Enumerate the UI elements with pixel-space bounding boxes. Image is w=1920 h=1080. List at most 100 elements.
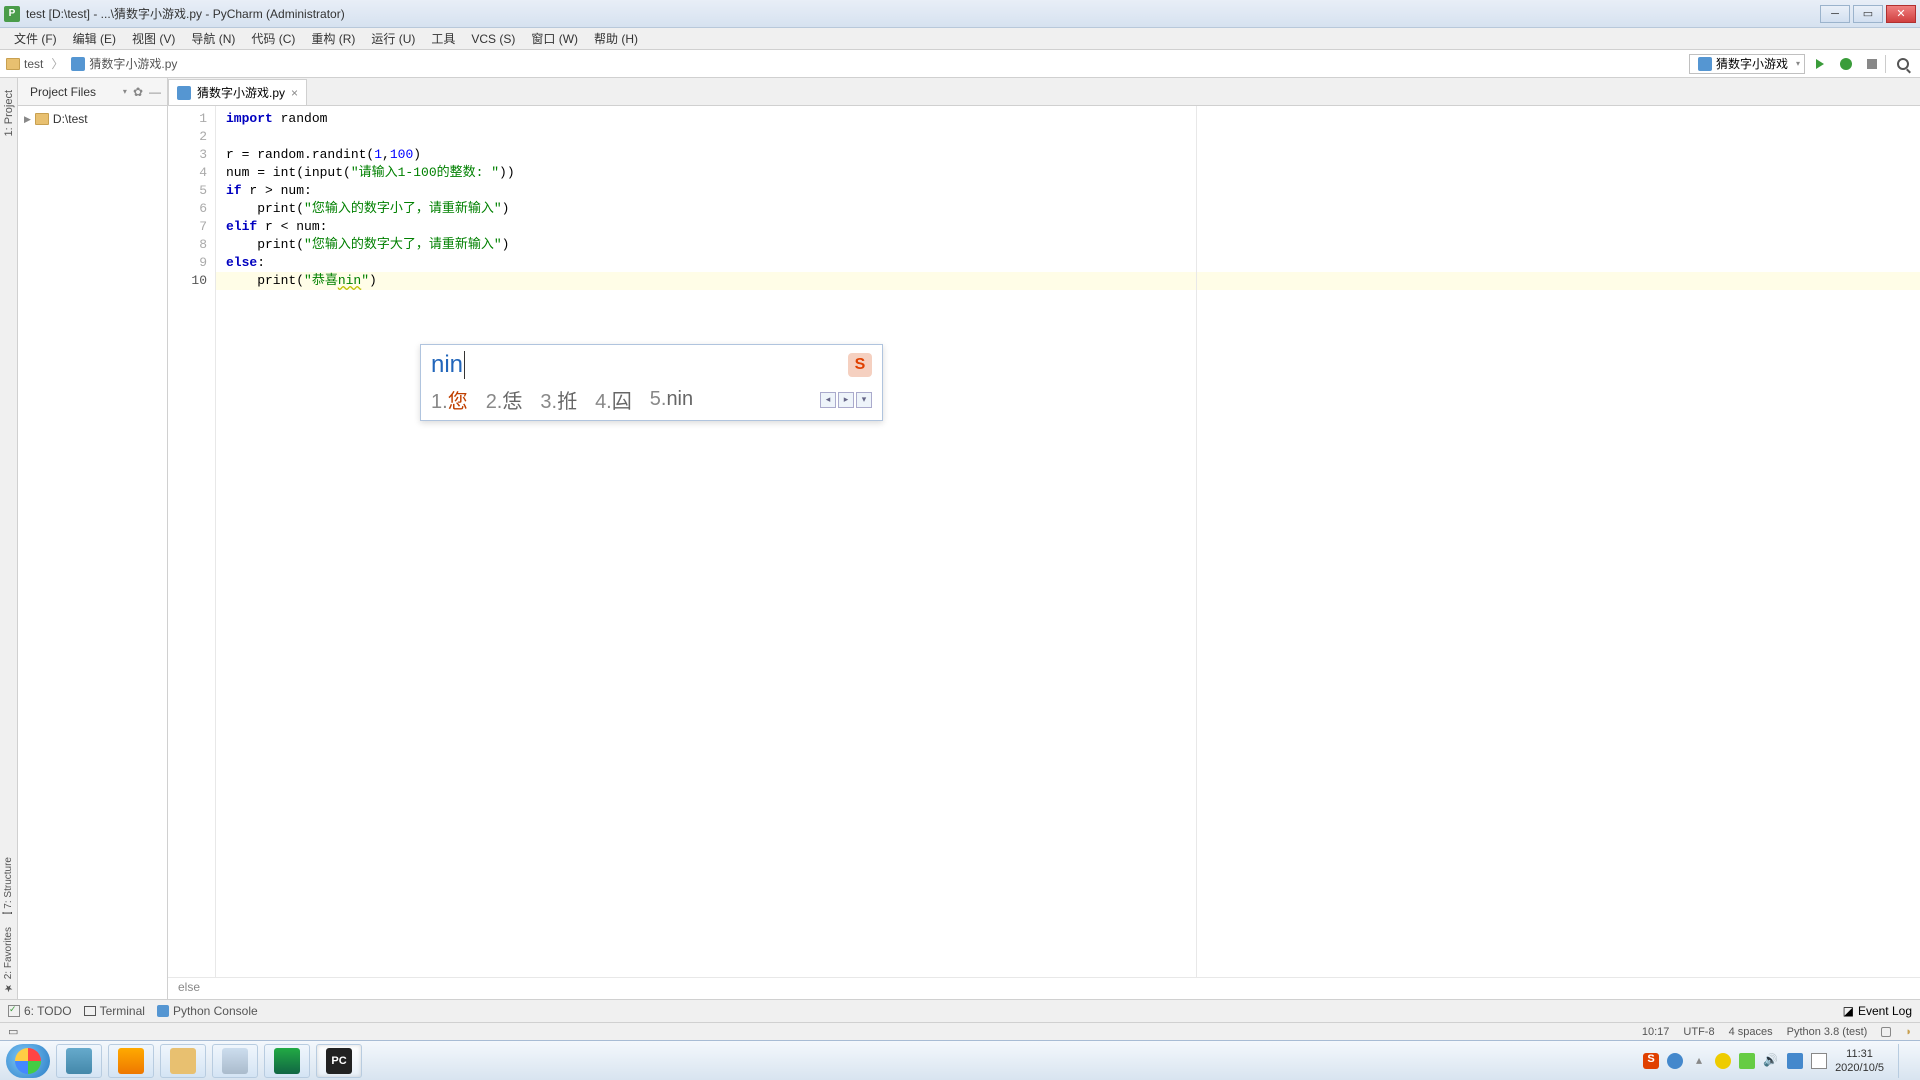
status-icon[interactable]: ▭ (8, 1025, 18, 1038)
tab-project[interactable]: 1: Project (1, 84, 17, 142)
tab-structure[interactable]: ⫿ 7: Structure (1, 851, 17, 921)
maximize-button[interactable]: ▭ (1853, 5, 1883, 23)
menu-refactor[interactable]: 重构 (R) (303, 28, 363, 49)
main-area: 1: Project ⫿ 7: Structure ★ 2: Favorites… (0, 78, 1920, 999)
search-icon (1897, 58, 1909, 70)
code-breadcrumb[interactable]: else (168, 977, 1920, 999)
python-interpreter[interactable]: Python 3.8 (test) (1787, 1026, 1868, 1038)
menu-window[interactable]: 窗口 (W) (523, 28, 586, 49)
code-area[interactable]: import random r = random.randint(1,100) … (216, 106, 1920, 977)
folder-icon (6, 58, 20, 70)
bug-icon (1840, 58, 1852, 70)
hide-button[interactable]: — (149, 85, 161, 99)
tray-icon[interactable] (1739, 1053, 1755, 1069)
run-button[interactable] (1809, 53, 1831, 75)
editor-tab-label: 猜数字小游戏.py (197, 84, 285, 101)
gear-icon[interactable]: ✿ (133, 85, 143, 99)
ime-candidate-2[interactable]: 2.恁 (486, 385, 523, 414)
taskbar-pycharm[interactable]: PC (316, 1044, 362, 1078)
expand-tray-icon[interactable]: ▴ (1691, 1053, 1707, 1069)
taskbar-app-5[interactable] (264, 1044, 310, 1078)
ime-prev-button[interactable]: ◂ (820, 392, 836, 408)
pycharm-icon: P (4, 6, 20, 22)
project-pane-title[interactable]: Project Files (30, 85, 117, 99)
ime-expand-button[interactable]: ▾ (856, 392, 872, 408)
taskbar-app-3[interactable] (160, 1044, 206, 1078)
run-configuration-selector[interactable]: 猜数字小游戏 (1689, 54, 1805, 74)
play-icon (1816, 59, 1824, 69)
taskbar-clock[interactable]: 11:31 2020/10/5 (1835, 1047, 1884, 1075)
tray-icon[interactable] (1715, 1053, 1731, 1069)
breadcrumb-project: test (24, 57, 43, 71)
caret-position[interactable]: 10:17 (1642, 1026, 1670, 1038)
windows-logo-icon (15, 1048, 41, 1074)
sogou-ime-icon: S (848, 353, 872, 377)
taskbar-app-4[interactable] (212, 1044, 258, 1078)
network-icon[interactable] (1787, 1053, 1803, 1069)
folder-icon (35, 113, 49, 125)
breadcrumb-separator: 〉 (51, 55, 63, 72)
tab-todo[interactable]: 6: TODO (8, 1004, 72, 1018)
close-tab-icon[interactable]: × (291, 86, 298, 100)
taskbar-app-2[interactable] (108, 1044, 154, 1078)
menu-edit[interactable]: 编辑 (E) (65, 28, 124, 49)
menu-navigate[interactable]: 导航 (N) (183, 28, 243, 49)
menu-vcs[interactable]: VCS (S) (463, 30, 523, 48)
stop-icon (1867, 59, 1877, 69)
app-icon (274, 1048, 300, 1074)
ime-candidate-4[interactable]: 4.囜 (595, 385, 632, 414)
editor-tab-active[interactable]: 猜数字小游戏.py × (168, 79, 307, 105)
menu-tools[interactable]: 工具 (423, 28, 463, 49)
taskbar-app-1[interactable] (56, 1044, 102, 1078)
volume-icon[interactable]: 🔊 (1763, 1053, 1779, 1069)
menu-help[interactable]: 帮助 (H) (586, 28, 646, 49)
editor-body[interactable]: 1 2 3 4 5 6 7 8 9 10 import random r = r… (168, 106, 1920, 977)
minimize-button[interactable]: ─ (1820, 5, 1850, 23)
window-title: test [D:\test] - ...\猜数字小游戏.py - PyCharm… (26, 5, 1820, 22)
app-icon (66, 1048, 92, 1074)
right-margin-line (1196, 106, 1197, 977)
tab-terminal[interactable]: Terminal (84, 1004, 145, 1018)
statusbar: ▭ 10:17 UTF-8 4 spaces Python 3.8 (test)… (0, 1022, 1920, 1040)
menu-code[interactable]: 代码 (C) (243, 28, 303, 49)
breadcrumb[interactable]: test 〉 猜数字小游戏.py (6, 55, 177, 72)
menu-view[interactable]: 视图 (V) (124, 28, 183, 49)
tree-root[interactable]: ▶ D:\test (18, 110, 167, 128)
menu-run[interactable]: 运行 (U) (363, 28, 423, 49)
todo-icon (8, 1005, 20, 1017)
menubar: 文件 (F) 编辑 (E) 视图 (V) 导航 (N) 代码 (C) 重构 (R… (0, 28, 1920, 50)
help-tray-icon[interactable] (1667, 1053, 1683, 1069)
file-encoding[interactable]: UTF-8 (1683, 1026, 1714, 1038)
terminal-icon (84, 1006, 96, 1016)
ime-candidate-3[interactable]: 3.拰 (540, 385, 577, 414)
ime-candidate-1[interactable]: 1.您 (431, 385, 468, 414)
python-file-icon (1698, 57, 1712, 71)
debug-button[interactable] (1835, 53, 1857, 75)
close-button[interactable]: ✕ (1886, 5, 1916, 23)
tab-favorites[interactable]: ★ 2: Favorites (1, 921, 16, 999)
editor: 猜数字小游戏.py × 1 2 3 4 5 6 7 8 9 10 import … (168, 78, 1920, 999)
ime-next-button[interactable]: ▸ (838, 392, 854, 408)
line-gutter: 1 2 3 4 5 6 7 8 9 10 (168, 106, 216, 977)
expand-arrow-icon[interactable]: ▶ (24, 114, 31, 125)
tab-python-console[interactable]: Python Console (157, 1004, 258, 1018)
left-tool-tabs: 1: Project ⫿ 7: Structure ★ 2: Favorites (0, 78, 18, 999)
menu-file[interactable]: 文件 (F) (6, 28, 65, 49)
event-log-button[interactable]: ◪Event Log (1843, 1004, 1912, 1018)
lock-icon[interactable] (1881, 1027, 1891, 1037)
sogou-tray-icon[interactable]: S (1643, 1053, 1659, 1069)
ime-candidate-5[interactable]: 5.nin (650, 388, 693, 411)
action-center-icon[interactable] (1811, 1053, 1827, 1069)
inspection-icon[interactable]: ◗ (1905, 1026, 1912, 1038)
show-desktop-button[interactable] (1898, 1044, 1910, 1078)
stop-button[interactable] (1861, 53, 1883, 75)
indent-settings[interactable]: 4 spaces (1729, 1026, 1773, 1038)
ime-candidate-popup[interactable]: nin S 1.您 2.恁 3.拰 4.囜 5.nin ◂ ▸ ▾ (420, 344, 883, 421)
editor-tabs: 猜数字小游戏.py × (168, 78, 1920, 106)
start-button[interactable] (6, 1044, 50, 1078)
event-log-icon: ◪ (1843, 1004, 1854, 1018)
python-file-icon (71, 57, 85, 71)
search-everywhere-button[interactable] (1892, 53, 1914, 75)
dropdown-icon[interactable]: ▾ (123, 87, 127, 96)
project-tree[interactable]: ▶ D:\test (18, 106, 167, 132)
